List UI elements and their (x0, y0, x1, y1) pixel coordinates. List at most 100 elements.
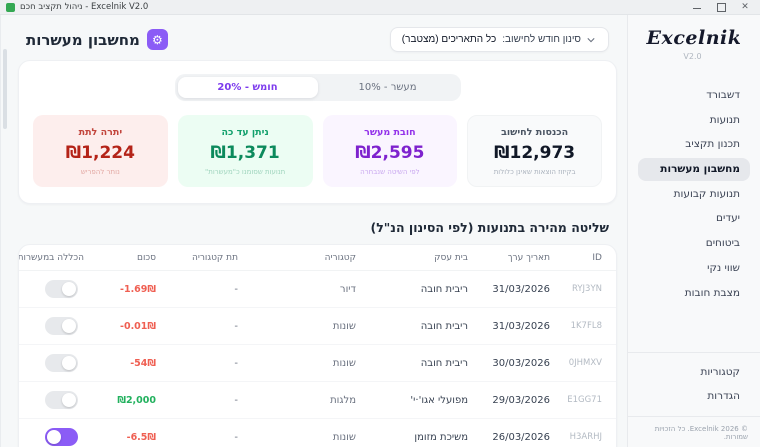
sidebar-nav: דשבורדתנועותתכנון תקציבמחשבון מעשרותתנוע… (638, 84, 750, 304)
maximize-icon[interactable] (716, 2, 726, 12)
cell-id: 0JHMXV (550, 358, 602, 368)
window-title: ניהול תקציב חכם - Excelnik V2.0 (20, 2, 148, 12)
sidebar-item[interactable]: מצבת חובות (638, 282, 750, 305)
stat-title: הכנסות לחישוב (476, 127, 593, 138)
column-header: סכום (84, 245, 156, 270)
stat-title: יתרה לתת (42, 127, 159, 138)
cell-business: ריבית חובה (356, 284, 468, 295)
stat-note: בקיזוז הוצאות שאינן כלולות (476, 168, 593, 176)
tithe-mode-option[interactable]: מעשר - 10% (318, 77, 458, 98)
titlebar: ניהול תקציב חכם - Excelnik V2.0 ✕ (0, 0, 760, 15)
tithe-calculator-card: מעשר - 10%חומש - 20% הכנסות לחישוב ₪12,97… (18, 60, 617, 204)
cell-amount: -54₪ (124, 358, 156, 369)
cell-business: ריבית חובה (356, 358, 468, 369)
stat-card: ניתן עד כה ₪1,371 תנועות שסומנו כ"מעשרות" (178, 115, 313, 187)
cell-subcategory: - (156, 321, 238, 332)
tithe-mode-option[interactable]: חומש - 20% (178, 77, 318, 98)
toggle-knob (62, 282, 76, 296)
scrollbar[interactable] (0, 15, 8, 447)
stat-note: נותר להפריש (42, 168, 159, 176)
stat-title: חובת מעשר (332, 127, 449, 138)
cell-subcategory: - (156, 358, 238, 369)
page-header: סינון חודש לחישוב: כל התאריכים (מצטבר) ⚙… (18, 15, 617, 60)
toggle-knob (62, 393, 76, 407)
sidebar-footer: © Excelnik 2026. כל הזכויות שמורות. (628, 416, 760, 443)
cell-amount: -1.69₪ (114, 284, 156, 295)
cell-subcategory: - (156, 432, 238, 443)
logo-text: Excelnik (647, 27, 742, 49)
sidebar-item[interactable]: קטגוריות (638, 361, 750, 384)
include-in-tithe-toggle[interactable] (45, 280, 78, 298)
month-filter-dropdown[interactable]: סינון חודש לחישוב: כל התאריכים (מצטבר) (390, 27, 609, 52)
column-header: תת קטגוריה (156, 245, 238, 270)
cell-subcategory: - (156, 284, 238, 295)
main-content: סינון חודש לחישוב: כל התאריכים (מצטבר) ⚙… (8, 15, 627, 447)
cell-amount: -6.5₪ (121, 432, 156, 443)
stat-value: ₪1,224 (42, 143, 159, 163)
app-window: ניהול תקציב חכם - Excelnik V2.0 ✕ Exceln… (0, 0, 760, 447)
section-title: שליטה מהירה בתנועות (לפי הסינון הנ"ל) (18, 216, 617, 244)
stat-value: ₪12,973 (476, 143, 593, 163)
sidebar-item[interactable]: תכנון תקציב (638, 133, 750, 156)
include-in-tithe-toggle[interactable] (45, 391, 78, 409)
filter-value: כל התאריכים (מצטבר) (402, 34, 496, 45)
toggle-knob (62, 356, 76, 370)
cell-business: משיכת מזומן (356, 432, 468, 443)
sidebar-divider (628, 352, 760, 353)
include-in-tithe-toggle[interactable] (45, 428, 78, 446)
sidebar-item[interactable]: יעדים (638, 207, 750, 230)
column-header: קטגוריה (238, 245, 356, 270)
app-icon (6, 3, 15, 12)
include-in-tithe-toggle[interactable] (45, 317, 78, 335)
cell-value-date: 30/03/2026 (468, 358, 550, 369)
scrollbar-thumb[interactable] (3, 49, 7, 129)
gear-icon: ⚙ (147, 29, 168, 50)
sidebar-nav-bottom: קטגוריותהגדרות (638, 361, 750, 408)
cell-subcategory: - (156, 395, 238, 406)
sidebar: Excelnik V2.0 דשבורדתנועותתכנון תקציבמחש… (627, 15, 760, 447)
stat-card: חובת מעשר ₪2,595 לפי השיטה שנבחרה (323, 115, 458, 187)
cell-category: דיור (238, 284, 356, 295)
chevron-down-icon (587, 36, 595, 44)
minimize-icon[interactable] (692, 2, 702, 12)
cell-id: E1GG71 (550, 395, 602, 405)
cell-id: 1K7FL8 (550, 321, 602, 331)
stat-title: ניתן עד כה (187, 127, 304, 138)
cell-value-date: 26/03/2026 (468, 432, 550, 443)
table-header-row: IDתאריך ערךבית עסקקטגוריהתת קטגוריהסכוםה… (19, 245, 616, 271)
sidebar-item[interactable]: תנועות (638, 109, 750, 132)
cell-business: מפועלי אגו'·י' (356, 395, 468, 406)
cell-category: שונות (238, 358, 356, 369)
table-row: H3ARHJ26/03/2026משיכת מזומןשונות--6.5₪ (19, 419, 616, 447)
cell-category: מלגות (238, 395, 356, 406)
stat-value: ₪1,371 (187, 143, 304, 163)
sidebar-item[interactable]: מחשבון מעשרות (638, 158, 750, 181)
close-icon[interactable]: ✕ (740, 2, 750, 12)
sidebar-item[interactable]: ביטוחים (638, 232, 750, 255)
logo: Excelnik V2.0 (638, 27, 750, 62)
cell-amount: -0.01₪ (114, 321, 156, 332)
sidebar-item[interactable]: דשבורד (638, 84, 750, 107)
sidebar-item[interactable]: תנועות קבועות (638, 183, 750, 206)
transactions-table-card: IDתאריך ערךבית עסקקטגוריהתת קטגוריהסכוםה… (18, 244, 617, 447)
filter-label: סינון חודש לחישוב: (502, 34, 581, 45)
cell-value-date: 29/03/2026 (468, 395, 550, 406)
stat-note: תנועות שסומנו כ"מעשרות" (187, 168, 304, 176)
cell-category: שונות (238, 321, 356, 332)
stat-note: לפי השיטה שנבחרה (332, 168, 449, 176)
column-header: הכללה במעשרות (18, 245, 84, 270)
sidebar-item[interactable]: שווי נקי (638, 257, 750, 280)
cell-id: H3ARHJ (550, 432, 602, 442)
tithe-mode-segmented-control: מעשר - 10%חומש - 20% (175, 74, 461, 101)
cell-business: ריבית חובה (356, 321, 468, 332)
toggle-knob (62, 319, 76, 333)
include-in-tithe-toggle[interactable] (45, 354, 78, 372)
stat-value: ₪2,595 (332, 143, 449, 163)
cell-amount: ₪2,000 (111, 395, 156, 406)
column-header: ID (550, 245, 602, 270)
table-body: RYJ3YN31/03/2026ריבית חובהדיור--1.69₪1K7… (19, 271, 616, 447)
page-title: מחשבון מעשרות (26, 31, 140, 49)
table-row: 1K7FL831/03/2026ריבית חובהשונות--0.01₪ (19, 308, 616, 345)
sidebar-item[interactable]: הגדרות (638, 385, 750, 408)
column-header: בית עסק (356, 245, 468, 270)
